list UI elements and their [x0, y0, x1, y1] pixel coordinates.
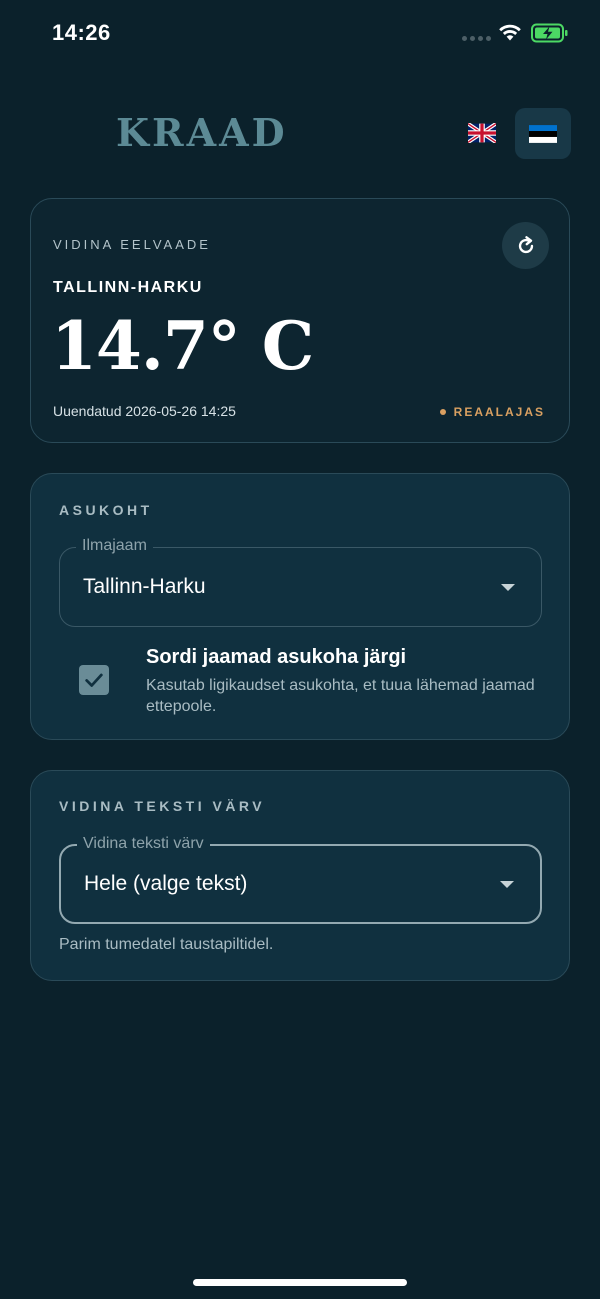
estonia-flag-icon — [529, 124, 557, 143]
preview-temperature: 14.7° C — [51, 307, 314, 385]
status-time: 14:26 — [52, 20, 111, 45]
text-color-helper: Parim tumedatel taustapiltidel. — [59, 936, 274, 953]
refresh-button[interactable] — [502, 222, 549, 269]
text-color-label: Vidina teksti värv — [77, 835, 210, 853]
preview-station-name: TALLINN-HARKU — [53, 279, 203, 296]
location-section-title: ASUKOHT — [59, 502, 153, 518]
home-indicator[interactable] — [193, 1279, 407, 1286]
text-color-select[interactable]: Vidina teksti värv Hele (valge tekst) — [59, 835, 542, 924]
language-estonian-button[interactable] — [515, 108, 571, 159]
location-card: ASUKOHT Ilmajaam Tallinn-Harku Sordi jaa… — [30, 473, 570, 740]
language-english-button[interactable] — [458, 110, 506, 156]
weather-station-value: Tallinn-Harku — [83, 575, 206, 598]
cellular-signal-icon — [462, 36, 491, 41]
status-bar: 14:26 — [0, 0, 600, 66]
weather-station-label: Ilmajaam — [76, 537, 153, 555]
weather-station-select[interactable]: Ilmajaam Tallinn-Harku — [59, 537, 542, 627]
preview-updated-time: Uuendatud 2026-05-26 14:25 — [53, 403, 236, 419]
text-color-section-title: VIDINA TEKSTI VÄRV — [59, 798, 266, 814]
battery-charging-icon — [531, 23, 568, 43]
realtime-badge: REAALAJAS — [439, 405, 545, 419]
uk-flag-icon — [468, 123, 496, 143]
realtime-label: REAALAJAS — [453, 405, 545, 419]
text-color-value: Hele (valge tekst) — [84, 872, 248, 895]
widget-preview-card: VIDINA EELVAADE TALLINN-HARKU 14.7° C Uu… — [30, 198, 570, 443]
sort-by-location-label[interactable]: Sordi jaamad asukoha järgi — [146, 646, 406, 669]
sort-by-location-checkbox[interactable] — [79, 665, 109, 695]
checkmark-icon — [85, 673, 103, 687]
preview-eyebrow: VIDINA EELVAADE — [53, 237, 211, 252]
refresh-icon — [518, 235, 533, 253]
text-color-card: VIDINA TEKSTI VÄRV Vidina teksti värv He… — [30, 770, 570, 981]
wifi-icon — [499, 24, 521, 41]
chevron-down-icon — [501, 584, 515, 591]
sort-by-location-description: Kasutab ligikaudset asukohta, et tuua lä… — [146, 677, 535, 715]
chevron-down-icon — [500, 881, 514, 888]
realtime-dot-icon — [439, 409, 446, 415]
app-logo: KRAAD — [116, 110, 288, 155]
